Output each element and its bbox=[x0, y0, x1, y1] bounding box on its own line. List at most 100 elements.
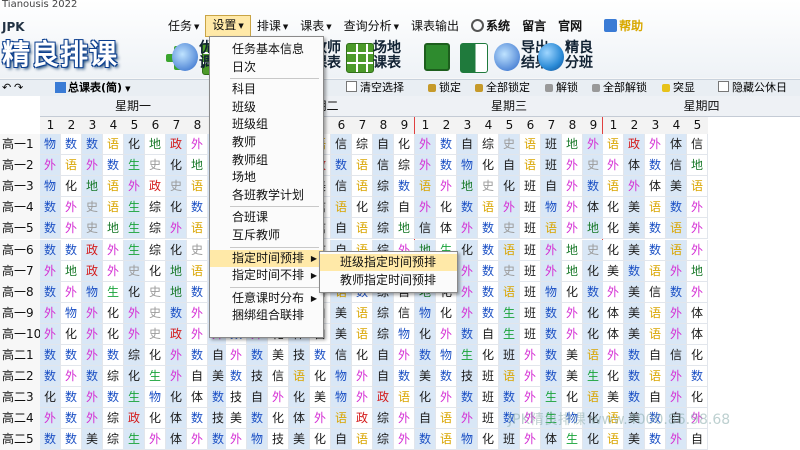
timetable-cell[interactable]: 化 bbox=[289, 387, 310, 409]
timetable-cell[interactable]: 化 bbox=[166, 239, 187, 261]
timetable-cell[interactable]: 化 bbox=[583, 302, 604, 324]
timetable-cell[interactable]: 生 bbox=[103, 281, 124, 303]
timetable-cell[interactable]: 数 bbox=[478, 239, 499, 261]
timetable-cell[interactable]: 化 bbox=[103, 302, 124, 324]
timetable-cell[interactable]: 外 bbox=[666, 429, 687, 450]
timetable-cell[interactable]: 外 bbox=[457, 302, 478, 324]
timetable-cell[interactable]: 语 bbox=[436, 429, 457, 450]
timetable-cell[interactable]: 化 bbox=[583, 323, 604, 345]
timetable-cell[interactable]: 物 bbox=[331, 366, 352, 388]
timetable-cell[interactable]: 美 bbox=[624, 218, 645, 240]
timetable-cell[interactable]: 语 bbox=[352, 218, 373, 240]
timetable-cell[interactable]: 语 bbox=[520, 155, 541, 177]
timetable-cell[interactable]: 物 bbox=[415, 302, 436, 324]
timetable-cell[interactable]: 数 bbox=[666, 281, 687, 303]
timetable-cell[interactable]: 化 bbox=[352, 345, 373, 367]
menu-4[interactable]: 查询分析 ▼ bbox=[338, 16, 405, 36]
timetable-cell[interactable]: 地 bbox=[562, 134, 583, 156]
timetable-cell[interactable]: 史 bbox=[124, 260, 145, 282]
timetable-cell[interactable]: 体 bbox=[603, 302, 624, 324]
timetable-cell[interactable]: 外 bbox=[166, 218, 187, 240]
timetable-cell[interactable]: 外 bbox=[436, 387, 457, 409]
timetable-cell[interactable]: 化 bbox=[457, 239, 478, 261]
timetable-cell[interactable]: 综 bbox=[373, 323, 394, 345]
timetable-cell[interactable]: 外 bbox=[394, 345, 415, 367]
timetable-cell[interactable]: 外 bbox=[187, 323, 208, 345]
timetable-cell[interactable]: 地 bbox=[562, 260, 583, 282]
timetable-cell[interactable]: 美 bbox=[603, 260, 624, 282]
timetable-cell[interactable]: 自 bbox=[687, 429, 708, 450]
timetable-cell[interactable]: 班 bbox=[499, 429, 520, 450]
settings-menu-item[interactable]: 班级 bbox=[210, 99, 323, 116]
lock-button[interactable]: 锁定 bbox=[428, 81, 461, 95]
timetable-cell[interactable]: 外 bbox=[40, 260, 61, 282]
timetable-cell[interactable]: 地 bbox=[687, 260, 708, 282]
timetable-cell[interactable]: 综 bbox=[103, 366, 124, 388]
timetable-cell[interactable]: 外 bbox=[603, 281, 624, 303]
timetable-cell[interactable]: 班 bbox=[520, 323, 541, 345]
settings-menu-item[interactable]: 各班教学计划 bbox=[210, 187, 323, 204]
timetable-cell[interactable]: 外 bbox=[40, 408, 61, 430]
timetable-cell[interactable]: 外 bbox=[145, 429, 166, 450]
timetable-cell[interactable]: 外 bbox=[562, 176, 583, 198]
settings-menu-item[interactable]: 教师 bbox=[210, 134, 323, 151]
timetable-cell[interactable]: 外 bbox=[603, 155, 624, 177]
timetable-cell[interactable]: 数 bbox=[666, 197, 687, 219]
timetable-cell[interactable]: 史 bbox=[583, 239, 604, 261]
timetable-cell[interactable]: 外 bbox=[666, 260, 687, 282]
timetable-cell[interactable]: 化 bbox=[478, 155, 499, 177]
menu-6[interactable]: 系统 bbox=[465, 16, 516, 36]
menu-9[interactable]: 帮助 bbox=[598, 16, 649, 36]
timetable-cell[interactable]: 地 bbox=[61, 260, 82, 282]
timetable-cell[interactable]: 政 bbox=[82, 260, 103, 282]
timetable-cell[interactable]: 语 bbox=[61, 155, 82, 177]
timetable-cell[interactable]: 体 bbox=[687, 323, 708, 345]
timetable-cell[interactable]: 化 bbox=[436, 302, 457, 324]
menu-1[interactable]: 设置 ▼ bbox=[205, 15, 251, 37]
settings-menu-item[interactable]: 指定时间预排 ▶ bbox=[210, 249, 323, 267]
timetable-cell[interactable]: 体 bbox=[289, 408, 310, 430]
timetable-cell[interactable]: 数 bbox=[187, 408, 208, 430]
timetable-cell[interactable]: 班 bbox=[478, 408, 499, 430]
timetable-cell[interactable]: 外 bbox=[687, 281, 708, 303]
timetable-cell[interactable]: 语 bbox=[583, 345, 604, 367]
timetable-cell[interactable]: 数 bbox=[82, 134, 103, 156]
timetable-cell[interactable]: 外 bbox=[61, 197, 82, 219]
timetable-cell[interactable]: 班 bbox=[478, 366, 499, 388]
timetable-cell[interactable]: 史 bbox=[166, 176, 187, 198]
timetable-cell[interactable]: 语 bbox=[499, 239, 520, 261]
unlock-button[interactable]: 解锁 bbox=[545, 81, 578, 95]
timetable-cell[interactable]: 语 bbox=[541, 218, 562, 240]
timetable-cell[interactable]: 外 bbox=[457, 281, 478, 303]
timetable-cell[interactable]: 班 bbox=[520, 281, 541, 303]
timetable-cell[interactable]: 外 bbox=[187, 429, 208, 450]
timetable-cell[interactable]: 化 bbox=[145, 260, 166, 282]
timetable-cell[interactable]: 美 bbox=[624, 302, 645, 324]
timetable-cell[interactable]: 外 bbox=[82, 345, 103, 367]
timetable-cell[interactable]: 外 bbox=[436, 323, 457, 345]
timetable-cell[interactable]: 数 bbox=[40, 429, 61, 450]
timetable-cell[interactable]: 政 bbox=[82, 239, 103, 261]
timetable-cell[interactable]: 数 bbox=[103, 155, 124, 177]
timetable-cell[interactable]: 自 bbox=[645, 387, 666, 409]
timetable-cell[interactable]: 化 bbox=[145, 345, 166, 367]
timetable-cell[interactable]: 数 bbox=[478, 260, 499, 282]
timetable-cell[interactable]: 外 bbox=[310, 408, 331, 430]
timetable-cell[interactable]: 史 bbox=[478, 176, 499, 198]
timetable-cell[interactable]: 化 bbox=[583, 260, 604, 282]
timetable-cell[interactable]: 美 bbox=[289, 429, 310, 450]
timetable-cell[interactable]: 物 bbox=[247, 429, 268, 450]
timetable-cell[interactable]: 外 bbox=[352, 366, 373, 388]
timetable-cell[interactable]: 外 bbox=[415, 197, 436, 219]
timetable-cell[interactable]: 生 bbox=[145, 366, 166, 388]
timetable-cell[interactable]: 外 bbox=[562, 197, 583, 219]
timetable-cell[interactable]: 体 bbox=[603, 323, 624, 345]
timetable-cell[interactable]: 外 bbox=[624, 176, 645, 198]
menu-5[interactable]: 课表输出 bbox=[405, 16, 465, 36]
timetable-cell[interactable]: 综 bbox=[373, 197, 394, 219]
timetable-cell[interactable]: 数 bbox=[61, 134, 82, 156]
timetable-cell[interactable]: 语 bbox=[603, 176, 624, 198]
timetable-cell[interactable]: 综 bbox=[478, 134, 499, 156]
timetable-cell[interactable]: 自 bbox=[373, 134, 394, 156]
timetable-cell[interactable]: 语 bbox=[103, 176, 124, 198]
